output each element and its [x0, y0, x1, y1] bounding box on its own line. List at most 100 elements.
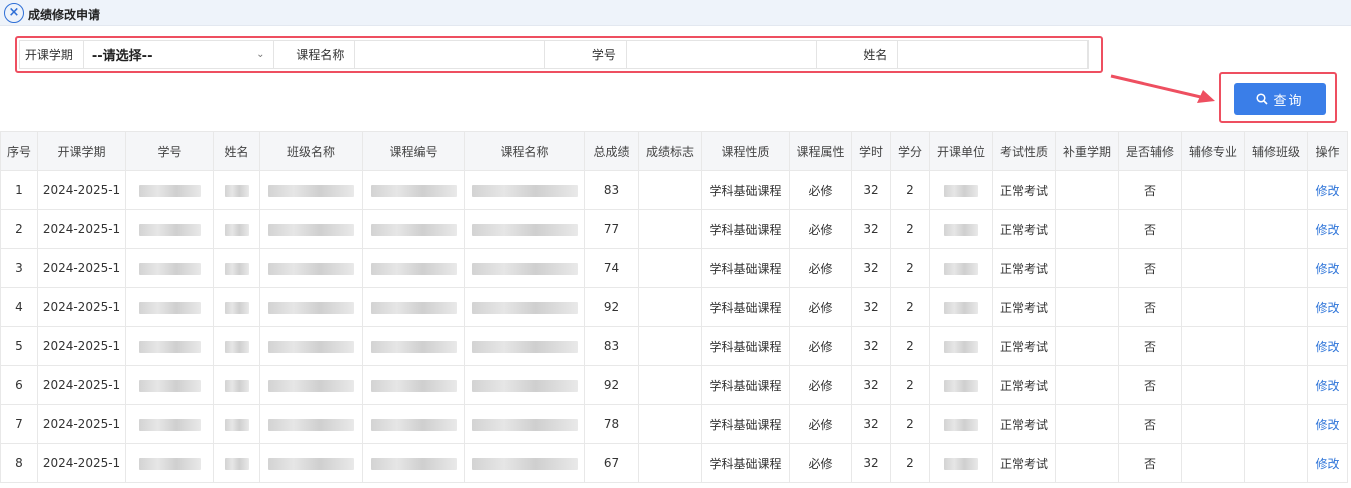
table-body: 1 2024-2025-1 83 学科基础课程 必修 32 2 正常考试否修改 2 2024-20…	[0, 170, 1348, 483]
masked-value	[944, 379, 978, 392]
masked-cell	[929, 365, 993, 405]
masked-value	[944, 457, 978, 470]
masked-value	[268, 184, 354, 197]
masked-cell	[464, 326, 585, 366]
cell-credit: 2	[890, 365, 930, 405]
cell-attr: 必修	[789, 287, 852, 327]
table-row: 2 2024-2025-1 77 学科基础课程 必修 32 2 正常考试否修改	[0, 209, 1348, 249]
masked-value	[224, 418, 249, 431]
masked-value	[370, 340, 457, 353]
edit-link[interactable]: 修改	[1315, 379, 1339, 393]
masked-cell	[362, 170, 465, 210]
action-cell: 修改	[1307, 326, 1348, 366]
column-header: 课程性质	[701, 131, 790, 171]
masked-value	[138, 223, 201, 236]
cell-attr: 必修	[789, 248, 852, 288]
chevron-down-icon: ⌄	[256, 49, 265, 60]
masked-cell	[213, 287, 260, 327]
masked-cell	[259, 326, 363, 366]
masked-cell	[362, 443, 465, 483]
masked-cell	[259, 170, 363, 210]
masked-cell	[362, 209, 465, 249]
cell-retake	[1055, 404, 1119, 444]
action-cell: 修改	[1307, 404, 1348, 444]
student-id-field[interactable]	[634, 41, 816, 68]
action-cell: 修改	[1307, 248, 1348, 288]
edit-link[interactable]: 修改	[1315, 340, 1339, 354]
masked-value	[268, 301, 354, 314]
masked-cell	[125, 170, 214, 210]
edit-link[interactable]: 修改	[1315, 418, 1339, 432]
cell-mark	[638, 443, 702, 483]
column-header: 开课单位	[929, 131, 993, 171]
term-select-value: --请选择--	[91, 49, 153, 64]
annotation-arrow	[1110, 74, 1215, 103]
cell-minor_major	[1181, 170, 1245, 210]
masked-value	[370, 418, 457, 431]
column-header: 成绩标志	[638, 131, 702, 171]
masked-cell	[213, 443, 260, 483]
cell-exam: 正常考试	[992, 287, 1056, 327]
cell-exam: 正常考试	[992, 326, 1056, 366]
edit-link[interactable]: 修改	[1315, 457, 1339, 471]
cell-credit: 2	[890, 287, 930, 327]
masked-cell	[464, 404, 585, 444]
masked-value	[224, 340, 249, 353]
cell-hours: 32	[851, 287, 891, 327]
cell-no: 2	[0, 209, 38, 249]
masked-cell	[464, 248, 585, 288]
term-select[interactable]: --请选择-- ⌄	[84, 41, 274, 68]
cell-minor: 否	[1118, 404, 1182, 444]
masked-value	[471, 379, 578, 392]
column-header: 课程属性	[789, 131, 852, 171]
cell-nature: 学科基础课程	[701, 326, 790, 366]
cell-hours: 32	[851, 326, 891, 366]
cell-hours: 32	[851, 443, 891, 483]
masked-value	[268, 262, 354, 275]
cell-nature: 学科基础课程	[701, 365, 790, 405]
cell-no: 6	[0, 365, 38, 405]
cell-retake	[1055, 209, 1119, 249]
cell-term: 2024-2025-1	[37, 248, 126, 288]
window-titlebar: × 成绩修改申请	[0, 0, 1351, 26]
cell-nature: 学科基础课程	[701, 170, 790, 210]
name-field[interactable]	[906, 41, 1088, 68]
name-input[interactable]	[898, 41, 1089, 68]
cell-minor_major	[1181, 248, 1245, 288]
edit-link[interactable]: 修改	[1315, 184, 1339, 198]
edit-link[interactable]: 修改	[1315, 301, 1339, 315]
table-row: 6 2024-2025-1 92 学科基础课程 必修 32 2 正常考试 否 修改	[0, 365, 1348, 405]
masked-cell	[464, 287, 585, 327]
student-id-input[interactable]	[627, 41, 817, 68]
masked-cell	[464, 365, 585, 405]
masked-value	[944, 262, 978, 275]
cell-minor_class	[1244, 443, 1308, 483]
cell-retake	[1055, 365, 1119, 405]
cell-credit: 2	[890, 443, 930, 483]
masked-cell	[213, 209, 260, 249]
masked-cell	[929, 287, 993, 327]
masked-cell	[125, 404, 214, 444]
edit-link[interactable]: 修改	[1315, 262, 1339, 276]
cell-minor: 否	[1118, 209, 1182, 249]
course-name-input[interactable]	[355, 41, 546, 68]
masked-value	[471, 418, 578, 431]
masked-cell	[929, 170, 993, 210]
cell-no: 7	[0, 404, 38, 444]
masked-cell	[213, 365, 260, 405]
cell-minor_major	[1181, 209, 1245, 249]
grades-table: 序号 开课学期 学号 姓名 班级名称 课程编号 课程名称 总成绩 成绩标志 课程性质 课程属性 学时学…	[0, 131, 1348, 483]
cell-hours: 32	[851, 248, 891, 288]
cell-minor: 否	[1118, 170, 1182, 210]
masked-cell	[464, 443, 585, 483]
masked-value	[471, 340, 578, 353]
course-name-field[interactable]	[363, 41, 545, 68]
close-icon[interactable]: ×	[4, 3, 24, 23]
masked-cell	[125, 326, 214, 366]
masked-value	[138, 379, 201, 392]
edit-link[interactable]: 修改	[1315, 223, 1339, 237]
masked-cell	[362, 248, 465, 288]
cell-mark	[638, 287, 702, 327]
query-button[interactable]: 查询	[1234, 83, 1326, 115]
masked-value	[370, 457, 457, 470]
